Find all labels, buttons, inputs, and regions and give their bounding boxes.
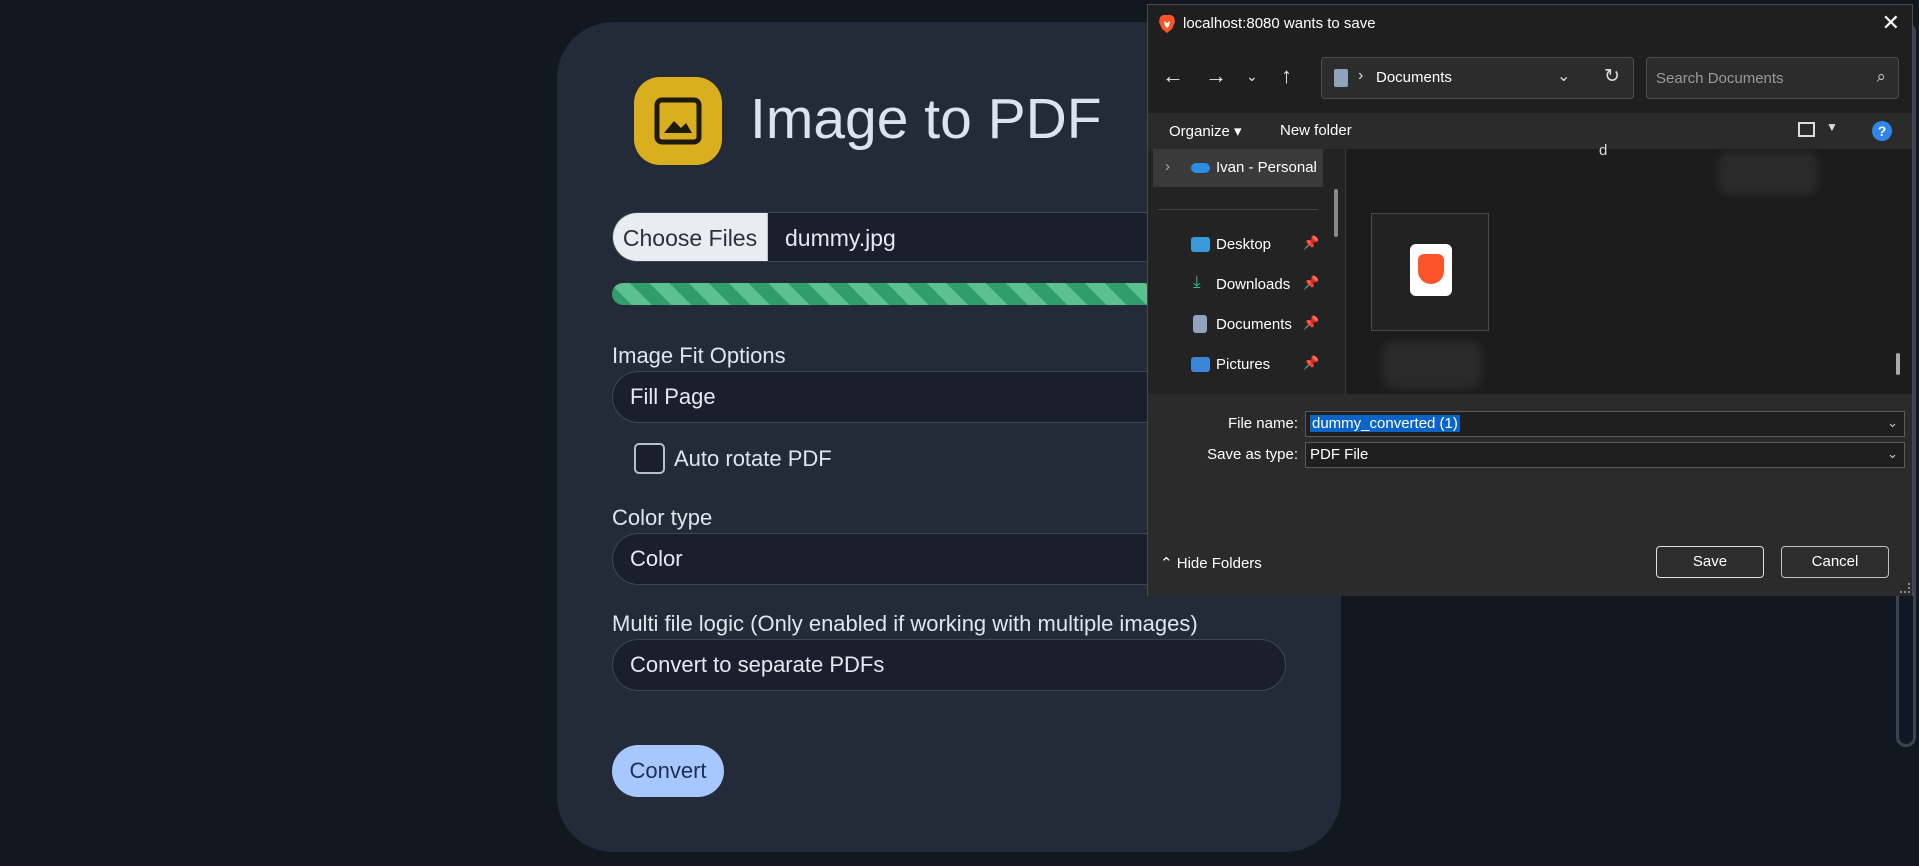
- brave-icon: [1159, 15, 1175, 33]
- expand-chevron-icon[interactable]: ›: [1165, 158, 1170, 175]
- breadcrumb-separator-icon: ›: [1358, 67, 1364, 84]
- onedrive-icon: [1191, 163, 1210, 173]
- image-icon: [634, 77, 722, 165]
- page-title: Image to PDF: [750, 87, 1102, 151]
- brave-icon: [1418, 254, 1444, 284]
- search-icon[interactable]: ⌕: [1876, 67, 1886, 87]
- dialog-footer: File name: dummy_converted (1) ⌄ Save as…: [1148, 394, 1912, 596]
- color-type-label: Color type: [612, 505, 713, 530]
- nav-item-ivan-personal[interactable]: › Ivan - Personal: [1153, 149, 1323, 187]
- forward-arrow-icon[interactable]: →: [1205, 65, 1227, 87]
- up-arrow-icon[interactable]: ↑: [1281, 65, 1292, 87]
- breadcrumb-documents[interactable]: Documents: [1376, 69, 1452, 86]
- selected-file-name: dummy.jpg: [785, 225, 896, 251]
- convert-button[interactable]: Convert: [612, 745, 724, 797]
- recent-locations-chevron-icon[interactable]: ⌄: [1246, 65, 1258, 87]
- nav-divider: [1158, 209, 1318, 210]
- resize-grip[interactable]: [1900, 583, 1910, 593]
- pictures-icon: [1191, 357, 1210, 372]
- close-icon[interactable]: ✕: [1882, 10, 1900, 36]
- pin-icon: 📌: [1303, 235, 1320, 250]
- file-item-label: d: [1599, 142, 1608, 159]
- new-folder-button[interactable]: New folder: [1280, 122, 1352, 139]
- back-arrow-icon[interactable]: ←: [1162, 65, 1184, 87]
- save-button[interactable]: Save: [1656, 546, 1764, 578]
- nav-pane-scrollbar[interactable]: [1334, 189, 1338, 237]
- navigation-bar: ← → ⌄ ↑ › Documents ⌄ ↻ Search Documents…: [1148, 41, 1912, 113]
- chevron-up-icon: ⌃: [1160, 555, 1173, 572]
- hide-folders-label: Hide Folders: [1176, 555, 1262, 572]
- chevron-down-icon[interactable]: ⌄: [1887, 446, 1898, 462]
- auto-rotate-label: Auto rotate PDF: [674, 446, 832, 471]
- documents-icon: [1193, 315, 1207, 333]
- pdf-file-icon: [1410, 244, 1452, 296]
- file-item-pdf[interactable]: [1371, 213, 1489, 331]
- multi-file-label: Multi file logic (Only enabled if workin…: [612, 611, 1198, 636]
- dialog-toolbar: Organize ▾ New folder ▼ ?: [1148, 113, 1912, 149]
- dialog-title: localhost:8080 wants to save: [1183, 15, 1376, 32]
- organize-menu[interactable]: Organize ▾: [1169, 122, 1242, 140]
- file-list: d: [1346, 142, 1912, 394]
- save-type-select[interactable]: PDF File ⌄: [1305, 442, 1905, 468]
- help-icon[interactable]: ?: [1872, 121, 1892, 141]
- save-type-value: PDF File: [1310, 446, 1369, 463]
- pin-icon: 📌: [1303, 275, 1320, 290]
- address-bar[interactable]: › Documents ⌄ ↻: [1321, 57, 1634, 99]
- file-name-value: dummy_converted (1): [1310, 415, 1460, 432]
- redacted-area: [1382, 341, 1482, 389]
- file-list-scrollbar[interactable]: [1896, 353, 1900, 375]
- nav-item-documents[interactable]: Documents 📌: [1153, 306, 1323, 344]
- download-icon: ⤓: [1193, 272, 1201, 291]
- save-type-label: Save as type:: [1207, 446, 1298, 463]
- nav-item-label: Documents: [1216, 316, 1292, 333]
- redacted-area: [1718, 151, 1818, 195]
- search-input[interactable]: Search Documents ⌕: [1646, 57, 1899, 99]
- file-name-field[interactable]: dummy_converted (1) ⌄: [1305, 411, 1905, 437]
- nav-item-label: Ivan - Personal: [1216, 159, 1317, 176]
- chevron-down-icon[interactable]: ⌄: [1557, 66, 1570, 86]
- multi-file-select[interactable]: Convert to separate PDFs: [612, 639, 1286, 691]
- nav-item-label: Desktop: [1216, 236, 1272, 253]
- refresh-icon[interactable]: ↻: [1604, 65, 1620, 88]
- desktop-icon: [1191, 237, 1210, 252]
- nav-item-desktop[interactable]: Desktop 📌: [1153, 226, 1323, 264]
- nav-item-label: Pictures: [1216, 356, 1271, 373]
- save-dialog: localhost:8080 wants to save ✕ ← → ⌄ ↑ ›…: [1147, 4, 1913, 596]
- choose-files-button[interactable]: Choose Files: [613, 213, 768, 261]
- nav-item-label: Downloads: [1216, 276, 1291, 293]
- search-placeholder: Search Documents: [1656, 70, 1784, 87]
- pin-icon: 📌: [1303, 355, 1320, 370]
- file-name-label: File name:: [1227, 415, 1298, 432]
- view-dropdown-icon[interactable]: ▼: [1826, 120, 1838, 134]
- cancel-button[interactable]: Cancel: [1781, 546, 1889, 578]
- nav-item-pictures[interactable]: Pictures 📌: [1153, 346, 1323, 384]
- documents-folder-icon: [1334, 69, 1348, 87]
- dialog-titlebar: localhost:8080 wants to save ✕: [1148, 5, 1912, 41]
- nav-item-downloads[interactable]: ⤓ Downloads 📌: [1153, 266, 1323, 304]
- hide-folders-toggle[interactable]: ⌃ Hide Folders: [1160, 554, 1262, 572]
- view-mode-icon[interactable]: [1798, 122, 1815, 137]
- chevron-down-icon[interactable]: ⌄: [1887, 415, 1898, 431]
- navigation-pane: › Ivan - Personal Desktop 📌 ⤓ Downloads …: [1148, 149, 1346, 394]
- fit-options-label: Image Fit Options: [612, 343, 786, 368]
- auto-rotate-checkbox[interactable]: [634, 443, 665, 474]
- pin-icon: 📌: [1303, 315, 1320, 330]
